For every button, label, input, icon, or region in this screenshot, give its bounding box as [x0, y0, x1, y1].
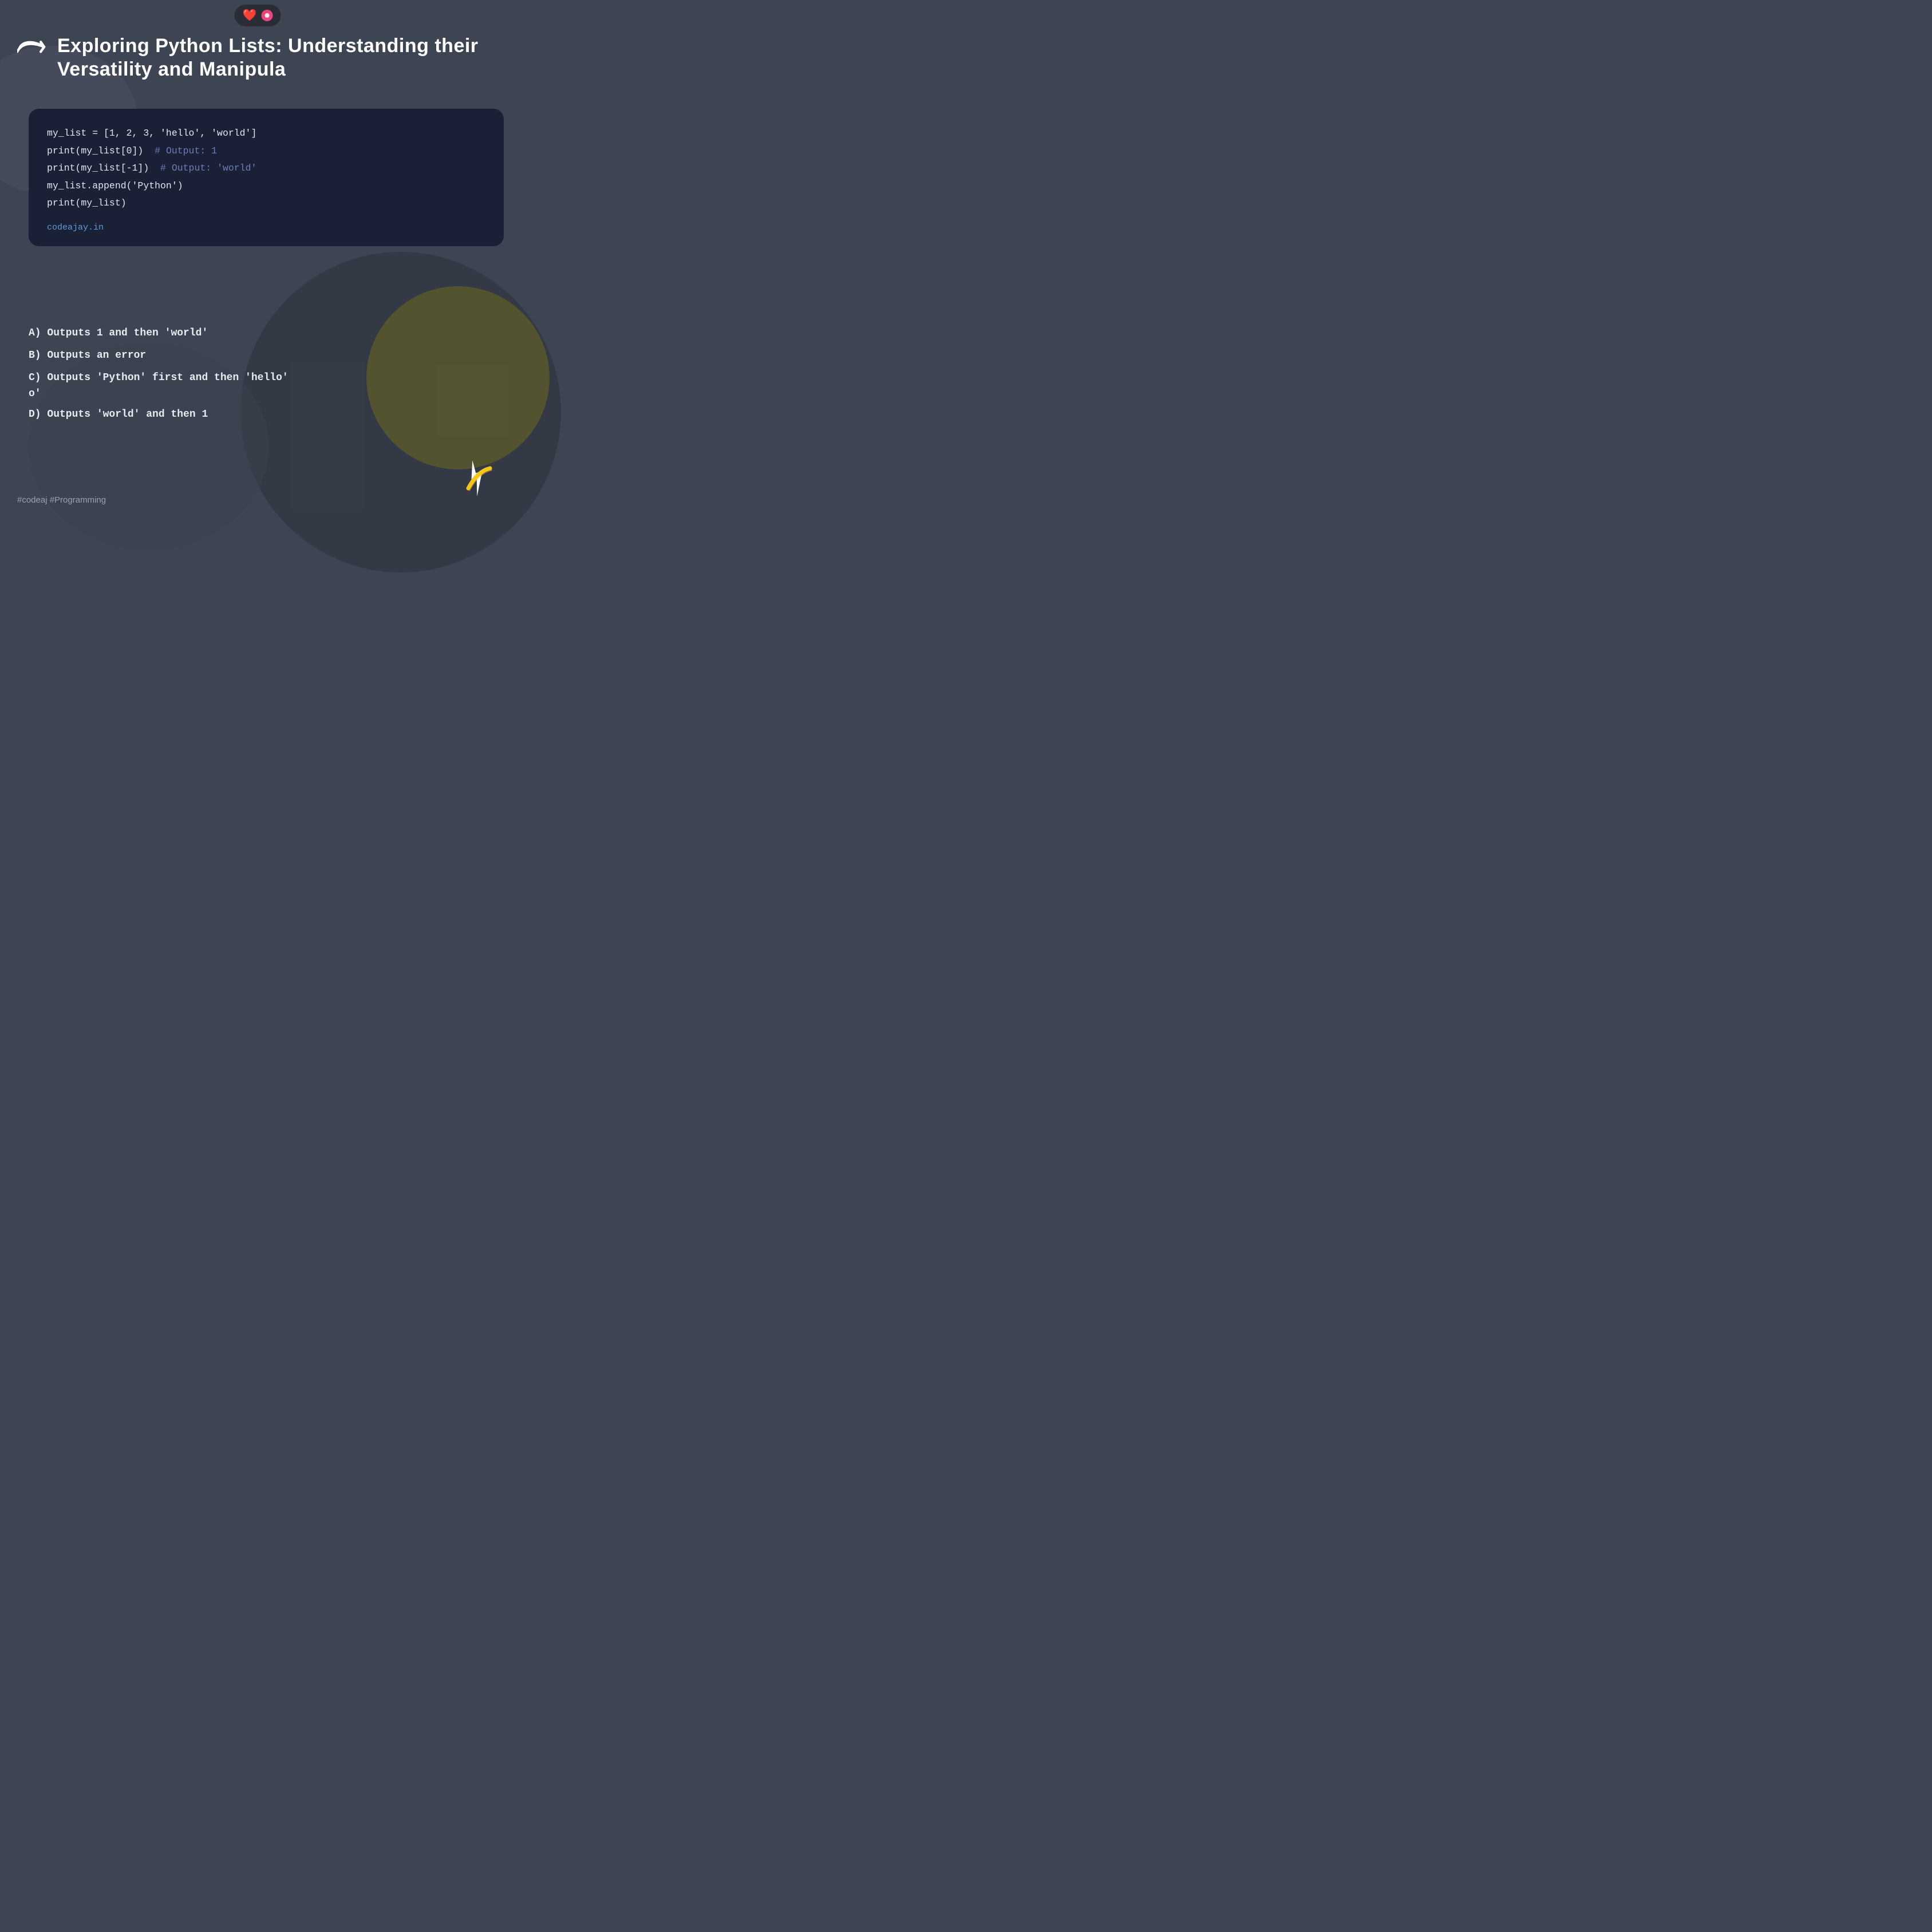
option-d: D) Outputs 'world' and then 1	[29, 408, 504, 422]
arrow-icon	[17, 37, 52, 62]
logo-icon	[457, 457, 498, 498]
top-icons-bar: ❤️	[235, 5, 281, 26]
code-line-3: print(my_list[-1]) # Output: 'world'	[47, 160, 485, 177]
page-title: Exploring Python Lists: Understanding th…	[57, 34, 504, 81]
options-section: A) Outputs 1 and then 'world' B) Outputs…	[29, 326, 504, 430]
code-line-1: my_list = [1, 2, 3, 'hello', 'world']	[47, 125, 485, 143]
option-a: A) Outputs 1 and then 'world'	[29, 326, 504, 341]
hashtags: #codeaj #Programming	[17, 495, 106, 505]
code-line-4: my_list.append('Python')	[47, 177, 485, 195]
code-block: my_list = [1, 2, 3, 'hello', 'world'] pr…	[29, 109, 504, 246]
title-section: Exploring Python Lists: Understanding th…	[17, 34, 504, 81]
code-link[interactable]: codeajay.in	[47, 223, 485, 232]
logo-area	[457, 457, 498, 498]
code-line-2: print(my_list[0]) # Output: 1	[47, 143, 485, 160]
code-line-5: print(my_list)	[47, 195, 485, 212]
option-c-line1: C) Outputs 'Python' first and then 'hell…	[29, 371, 504, 385]
dot-icon	[261, 10, 272, 21]
option-b: B) Outputs an error	[29, 349, 504, 363]
heart-icon: ❤️	[243, 8, 257, 23]
option-c-line2: o'	[29, 388, 504, 400]
